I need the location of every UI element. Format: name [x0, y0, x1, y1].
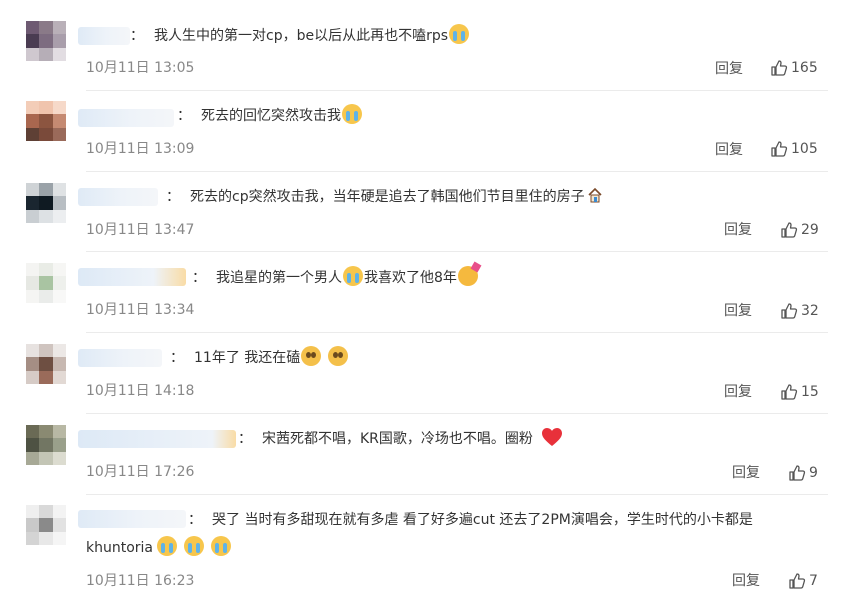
username-blurred[interactable]: [78, 109, 174, 127]
comment-body-2: 我喜欢了他8年: [364, 270, 457, 286]
like-button[interactable]: 7: [788, 572, 818, 590]
comment-body-2: khuntoria: [86, 540, 154, 556]
username-blurred[interactable]: [78, 430, 236, 448]
divider: [86, 251, 828, 252]
divider: [86, 413, 828, 414]
username-blurred[interactable]: [78, 349, 162, 367]
comment-text: ： 哭了 当时有多甜现在就有多虐 看了好多遍cut 还去了2PM演唱会，学生时代的…: [188, 508, 753, 532]
avatar[interactable]: [26, 21, 66, 61]
thumbs-up-icon: [789, 465, 806, 481]
like-button[interactable]: 15: [780, 383, 819, 401]
reply-button[interactable]: 回复: [724, 381, 752, 401]
colon: ：: [170, 350, 184, 366]
thumbs-up-icon: [771, 60, 788, 76]
divider: [86, 90, 828, 91]
loudly-crying-face-icon: [184, 536, 205, 556]
colon: ：: [166, 189, 180, 205]
colon: ：: [130, 28, 144, 44]
thumbs-up-icon: [789, 573, 806, 589]
comment-time: 10月11日 16:23: [86, 573, 195, 589]
comment-body: 宋茜死都不唱，KR国歌，冷场也不唱。圈粉: [262, 431, 533, 447]
comment-text: ： 11年了 我还在磕: [170, 346, 349, 370]
avatar[interactable]: [26, 505, 66, 545]
username-blurred[interactable]: [78, 27, 130, 45]
avatar[interactable]: [26, 344, 66, 384]
loudly-crying-face-icon: [342, 104, 362, 124]
comment-time: 10月11日 13:34: [86, 302, 195, 318]
like-button[interactable]: 165: [770, 59, 818, 77]
comment-text: ： 死去的cp突然攻击我，当年硬是追去了韩国他们节目里住的房子: [166, 185, 603, 209]
comment-time: 10月11日 17:26: [86, 464, 195, 480]
like-button[interactable]: 29: [780, 221, 819, 239]
loudly-crying-face-icon: [343, 266, 363, 286]
thumbs-up-icon: [771, 141, 788, 157]
colon: ：: [238, 431, 252, 447]
comment-body: 死去的cp突然攻击我，当年硬是追去了韩国他们节目里住的房子: [190, 189, 585, 205]
like-count: 32: [801, 303, 819, 319]
like-count: 165: [791, 60, 818, 76]
like-count: 105: [791, 141, 818, 157]
avatar[interactable]: [26, 263, 66, 303]
reply-button[interactable]: 回复: [732, 462, 760, 482]
partying-face-icon: [457, 266, 478, 286]
loudly-crying-face-icon: [449, 24, 470, 44]
reply-button[interactable]: 回复: [715, 58, 743, 78]
comment-text: ： 我追星的第一个男人 我喜欢了他8年: [192, 266, 479, 290]
comment-text: ： 死去的回忆突然攻击我: [177, 104, 363, 128]
comment-time: 10月11日 14:18: [86, 383, 195, 399]
thumbs-up-icon: [781, 303, 798, 319]
pleading-face-icon: [328, 346, 349, 366]
divider: [86, 332, 828, 333]
colon: ：: [177, 108, 191, 124]
comment-time: 10月11日 13:09: [86, 141, 195, 157]
colon: ：: [192, 270, 206, 286]
reply-button[interactable]: 回复: [724, 219, 752, 239]
divider: [86, 171, 828, 172]
loudly-crying-face-icon: [211, 536, 232, 556]
reply-button[interactable]: 回复: [732, 570, 760, 590]
pleading-face-icon: [301, 346, 322, 366]
house-icon: [588, 187, 602, 203]
like-count: 29: [801, 222, 819, 238]
thumbs-up-icon: [781, 222, 798, 238]
like-count: 15: [801, 384, 819, 400]
like-button[interactable]: 105: [770, 140, 818, 158]
comment-text: ： 我人生中的第一对cp，be以后从此再也不嗑rps: [130, 24, 470, 48]
comment-time: 10月11日 13:47: [86, 222, 195, 238]
comment-body: 11年了 我还在磕: [194, 350, 301, 366]
like-count: 7: [809, 573, 818, 589]
colon: ：: [188, 512, 202, 528]
comment-time: 10月11日 13:05: [86, 60, 195, 76]
red-heart-icon: [541, 428, 562, 446]
like-count: 9: [809, 465, 818, 481]
comment-text-continued: khuntoria: [86, 536, 232, 560]
avatar[interactable]: [26, 183, 66, 223]
thumbs-up-icon: [781, 384, 798, 400]
like-button[interactable]: 32: [780, 302, 819, 320]
comment-body: 我人生中的第一对cp，be以后从此再也不嗑rps: [154, 28, 449, 44]
loudly-crying-face-icon: [157, 536, 178, 556]
comment-text: ： 宋茜死都不唱，KR国歌，冷场也不唱。圈粉: [238, 427, 564, 451]
reply-button[interactable]: 回复: [724, 300, 752, 320]
comment-body: 我追星的第一个男人: [216, 270, 342, 286]
comment-body: 哭了 当时有多甜现在就有多虐 看了好多遍cut 还去了2PM演唱会，学生时代的小…: [212, 512, 753, 528]
username-blurred[interactable]: [78, 510, 186, 528]
username-blurred[interactable]: [78, 268, 186, 286]
avatar[interactable]: [26, 101, 66, 141]
divider: [86, 494, 828, 495]
comment-body: 死去的回忆突然攻击我: [201, 108, 341, 124]
reply-button[interactable]: 回复: [715, 139, 743, 159]
username-blurred[interactable]: [78, 188, 158, 206]
avatar[interactable]: [26, 425, 66, 465]
like-button[interactable]: 9: [788, 464, 818, 482]
